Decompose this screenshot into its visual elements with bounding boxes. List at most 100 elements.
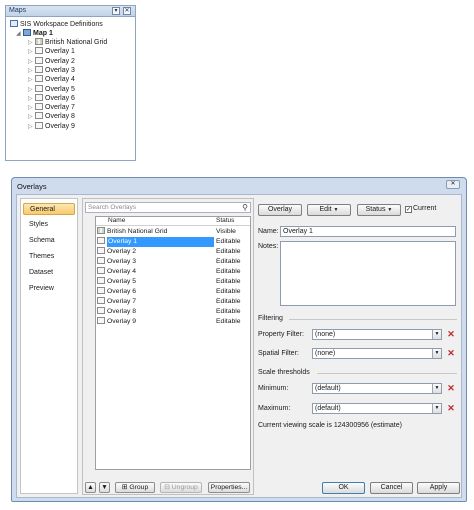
nav-themes[interactable]: Themes — [23, 251, 75, 263]
cancel-button[interactable]: Cancel — [370, 482, 413, 494]
chevron-down-icon[interactable]: ▼ — [432, 349, 441, 358]
property-filter-value: (none) — [315, 331, 336, 338]
status-button-label: Status — [365, 206, 386, 213]
chevron-down-icon[interactable]: ▼ — [432, 404, 441, 413]
current-label: Current — [413, 205, 437, 212]
table-row[interactable]: British National Grid Visible — [97, 227, 250, 237]
tree-item[interactable]: ▷ Overlay 5 — [28, 84, 75, 94]
close-icon[interactable]: ✕ — [123, 7, 131, 15]
tree-item[interactable]: ▷ Overlay 4 — [28, 75, 75, 84]
nav-styles[interactable]: Styles — [23, 219, 75, 231]
overlay-icon — [97, 277, 105, 284]
overlay-icon — [35, 75, 43, 83]
row-name-cell: Overlay 8 — [97, 307, 136, 317]
overlay-icon — [35, 93, 43, 101]
notes-field[interactable] — [280, 241, 456, 306]
filtering-section-label: Filtering — [258, 315, 283, 322]
ungroup-button[interactable]: ⊟ Ungroup — [160, 482, 202, 493]
chevron-down-icon[interactable]: ▼ — [432, 330, 441, 339]
ungroup-button-label: Ungroup — [171, 484, 198, 491]
tree-item-label: Overlay 4 — [45, 76, 75, 84]
expand-arrow-icon[interactable]: ▷ — [28, 123, 35, 132]
tree-map-node[interactable]: ◢ Map 1 — [16, 29, 53, 38]
row-name-cell: Overlay 2 — [97, 247, 136, 257]
chevron-down-icon[interactable]: ▼ — [432, 384, 441, 393]
tree-item[interactable]: ▷ Overlay 1 — [28, 47, 75, 56]
table-row[interactable]: Overlay 2 Editable — [97, 247, 250, 257]
row-name-cell: Overlay 4 — [97, 267, 136, 277]
spatial-filter-select[interactable]: (none) ▼ — [312, 348, 442, 359]
row-name-cell: Overlay 3 — [97, 257, 136, 267]
table-row[interactable]: Overlay 5 Editable — [97, 277, 250, 287]
column-header-name[interactable]: Name — [108, 217, 125, 225]
row-name-text: Overlay 6 — [107, 288, 137, 295]
tree-item[interactable]: ▷ Overlay 2 — [28, 56, 75, 66]
move-down-button[interactable]: ▼ — [99, 482, 110, 493]
pin-dropdown-icon[interactable]: ▾ — [112, 7, 120, 15]
nav-schema[interactable]: Schema — [23, 235, 75, 247]
scale-info-text: Current viewing scale is 124300956 (esti… — [258, 422, 402, 429]
collapse-arrow-icon[interactable]: ◢ — [16, 30, 23, 39]
tree-item-label: Overlay 6 — [45, 94, 75, 102]
table-row[interactable]: Overlay 1 Editable — [97, 237, 250, 247]
overlay-icon — [35, 121, 43, 129]
tree-item[interactable]: ▷ Overlay 6 — [28, 93, 75, 103]
overlay-icon — [35, 65, 43, 73]
row-name-text: Overlay 2 — [107, 248, 137, 255]
minimum-scale-select[interactable]: (default) ▼ — [312, 383, 442, 394]
name-field[interactable]: Overlay 1 — [280, 226, 456, 237]
clear-property-filter-icon[interactable]: ✕ — [446, 329, 456, 339]
search-icon[interactable]: ⚲ — [242, 203, 248, 212]
edit-menu-button[interactable]: Edit ▼ — [307, 204, 351, 216]
table-row[interactable]: Overlay 6 Editable — [97, 287, 250, 297]
table-row[interactable]: Overlay 3 Editable — [97, 257, 250, 267]
overlay-icon — [35, 47, 43, 55]
chevron-down-icon: ▼ — [333, 207, 339, 213]
apply-button[interactable]: Apply — [417, 482, 460, 494]
dialog-close-button[interactable]: ✕ — [446, 180, 460, 189]
overlay-icon — [35, 103, 43, 111]
tree-item[interactable]: ▷ Overlay 8 — [28, 112, 75, 121]
tree-item[interactable]: ▷ Overlay 3 — [28, 65, 75, 75]
table-row[interactable]: Overlay 4 Editable — [97, 267, 250, 277]
row-status-cell: Visible — [216, 228, 236, 235]
row-status-cell: Editable — [216, 238, 241, 245]
tree-item[interactable]: ▷ Overlay 7 — [28, 103, 75, 112]
properties-button[interactable]: Properties... — [208, 482, 250, 493]
nav-dataset[interactable]: Dataset — [23, 267, 75, 279]
dialog-title: Overlays — [17, 182, 47, 191]
row-name-text: Overlay 3 — [107, 258, 137, 265]
overlay-icon — [97, 317, 105, 324]
tree-item[interactable]: ▷ British National Grid — [28, 38, 107, 47]
row-name-cell: Overlay 9 — [97, 317, 136, 327]
maximum-scale-select[interactable]: (default) ▼ — [312, 403, 442, 414]
current-checkbox[interactable]: ✓ Current — [405, 205, 436, 213]
clear-minimum-icon[interactable]: ✕ — [446, 383, 456, 393]
maps-panel: Maps ▾ ✕ SIS Workspace Definitions ◢ Map … — [5, 5, 136, 161]
property-filter-select[interactable]: (none) ▼ — [312, 329, 442, 340]
row-name-cell: Overlay 5 — [97, 277, 136, 287]
row-name-text: Overlay 7 — [107, 298, 137, 305]
table-row[interactable]: Overlay 7 Editable — [97, 297, 250, 307]
tree-item[interactable]: ▷ Overlay 9 — [28, 121, 75, 132]
table-row[interactable]: Overlay 8 Editable — [97, 307, 250, 317]
overlay-button[interactable]: Overlay — [258, 204, 302, 216]
group-button[interactable]: ⊞ Group — [115, 482, 155, 493]
nav-general[interactable]: General — [23, 203, 75, 215]
row-name-cell: British National Grid — [97, 227, 167, 237]
clear-spatial-filter-icon[interactable]: ✕ — [446, 348, 456, 358]
ok-button[interactable]: OK — [322, 482, 365, 494]
clear-maximum-icon[interactable]: ✕ — [446, 403, 456, 413]
tree-map-label: Map 1 — [33, 30, 53, 37]
overlay-list: Name Status British National Grid Visible… — [95, 216, 251, 470]
column-header-status[interactable]: Status — [216, 217, 234, 225]
status-menu-button[interactable]: Status ▼ — [357, 204, 401, 216]
row-status-cell: Editable — [216, 268, 241, 275]
row-status-cell: Editable — [216, 318, 241, 325]
tree-root[interactable]: SIS Workspace Definitions — [10, 20, 103, 29]
nav-preview[interactable]: Preview — [23, 283, 75, 295]
chevron-down-icon: ▼ — [387, 207, 393, 213]
move-up-button[interactable]: ▲ — [85, 482, 96, 493]
search-input[interactable]: Search Overlays ⚲ — [85, 202, 251, 213]
table-row[interactable]: Overlay 9 Editable — [97, 317, 250, 327]
